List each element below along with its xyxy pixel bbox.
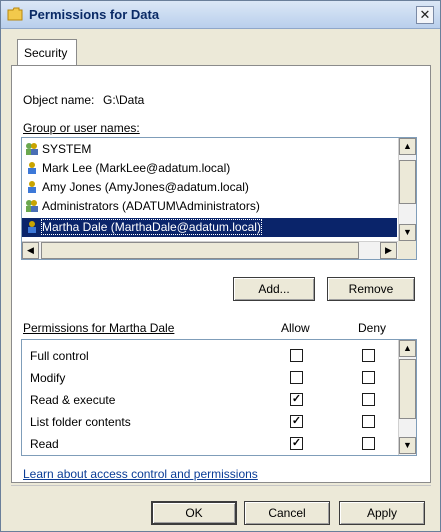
user-icon xyxy=(28,181,36,193)
arrow-up-icon: ▲ xyxy=(403,343,412,353)
group-user-list[interactable]: SYSTEM Mark Lee (MarkLee@adatum.local) A… xyxy=(21,137,417,260)
checkmark-icon: ✓ xyxy=(291,393,302,405)
footer-divider xyxy=(11,485,431,486)
window-title: Permissions for Data xyxy=(29,7,160,22)
tab-label: Security xyxy=(24,46,68,60)
scroll-right-button[interactable]: ▶ xyxy=(380,242,397,259)
scroll-thumb[interactable] xyxy=(399,160,416,204)
permissions-scrollbar[interactable]: ▲ ▼ xyxy=(398,340,416,455)
permission-row: List folder contents ✓ xyxy=(22,412,398,433)
permission-name: Full control xyxy=(30,349,89,363)
permissions-header-text: Permissions for Martha Dale xyxy=(23,321,175,335)
close-icon: ✕ xyxy=(419,7,431,22)
group-icon xyxy=(26,143,38,155)
group-list-label-text: Group or user names: xyxy=(23,121,140,135)
permissions-list[interactable]: Full control Modify Read & execute ✓ Lis… xyxy=(21,339,417,456)
close-button[interactable]: ✕ xyxy=(416,6,434,24)
cancel-button[interactable]: Cancel xyxy=(244,501,330,525)
allow-checkbox-checked[interactable]: ✓ xyxy=(290,393,303,406)
group-icon xyxy=(26,200,38,212)
scroll-thumb-horizontal[interactable] xyxy=(41,242,359,259)
scroll-down-button[interactable]: ▼ xyxy=(399,437,416,454)
permission-row: Full control xyxy=(22,346,398,367)
list-item-label: Amy Jones (AmyJones@adatum.local) xyxy=(42,180,249,194)
deny-checkbox[interactable] xyxy=(362,349,375,362)
scroll-down-button[interactable]: ▼ xyxy=(399,224,416,241)
allow-checkbox[interactable] xyxy=(290,371,303,384)
learn-more-link[interactable]: Learn about access control and permissio… xyxy=(23,467,258,481)
permission-row: Read ✓ xyxy=(22,434,398,455)
list-item-label: Mark Lee (MarkLee@adatum.local) xyxy=(42,161,231,175)
horizontal-scrollbar[interactable]: ◀ ▶ xyxy=(22,241,398,259)
permissions-dialog: Permissions for Data ✕ Security Object n… xyxy=(0,0,441,532)
list-item-selected[interactable]: Martha Dale (MarthaDale@adatum.local) xyxy=(22,218,397,237)
permission-name: Read xyxy=(30,437,59,451)
group-list-label: Group or user names: xyxy=(23,121,140,135)
arrow-down-icon: ▼ xyxy=(403,227,412,237)
scroll-up-button[interactable]: ▲ xyxy=(399,340,416,357)
list-item[interactable]: Mark Lee (MarkLee@adatum.local) xyxy=(22,159,397,178)
permission-name: Modify xyxy=(30,371,66,385)
arrow-up-icon: ▲ xyxy=(403,141,412,151)
allow-checkbox-checked[interactable]: ✓ xyxy=(290,437,303,450)
scroll-up-button[interactable]: ▲ xyxy=(399,138,416,155)
scroll-thumb[interactable] xyxy=(399,359,416,419)
deny-checkbox[interactable] xyxy=(362,437,375,450)
permission-row: Modify xyxy=(22,368,398,389)
object-name-value: G:\Data xyxy=(103,93,145,107)
apply-button[interactable]: Apply xyxy=(339,501,425,525)
title-bar[interactable]: Permissions for Data ✕ xyxy=(1,1,440,29)
scroll-left-button[interactable]: ◀ xyxy=(22,242,39,259)
user-icon xyxy=(28,221,36,233)
folder-icon xyxy=(7,7,23,21)
tab-security[interactable]: Security xyxy=(17,39,77,65)
arrow-left-icon: ◀ xyxy=(27,245,34,255)
deny-header: Deny xyxy=(358,321,387,335)
permission-row: Read & execute ✓ xyxy=(22,390,398,411)
deny-checkbox[interactable] xyxy=(362,371,375,384)
deny-checkbox[interactable] xyxy=(362,415,375,428)
permission-name: List folder contents xyxy=(30,415,131,429)
permission-name: Read & execute xyxy=(30,393,116,407)
list-item[interactable]: SYSTEM xyxy=(22,140,397,159)
list-item-label: SYSTEM xyxy=(42,142,92,156)
arrow-down-icon: ▼ xyxy=(403,440,412,450)
checkmark-icon: ✓ xyxy=(291,437,302,449)
remove-button[interactable]: Remove xyxy=(327,277,415,301)
checkmark-icon: ✓ xyxy=(291,415,302,427)
list-item[interactable]: Administrators (ADATUM\Administrators) xyxy=(22,197,397,216)
allow-checkbox-checked[interactable]: ✓ xyxy=(290,415,303,428)
list-item-label: Martha Dale (MarthaDale@adatum.local) xyxy=(41,219,262,235)
deny-checkbox[interactable] xyxy=(362,393,375,406)
arrow-right-icon: ▶ xyxy=(385,245,392,255)
vertical-scrollbar[interactable]: ▲ ▼ xyxy=(398,138,416,241)
allow-header: Allow xyxy=(281,321,310,335)
user-icon xyxy=(28,162,36,174)
list-item-label: Administrators (ADATUM\Administrators) xyxy=(42,199,260,213)
allow-checkbox[interactable] xyxy=(290,349,303,362)
list-item[interactable]: Amy Jones (AmyJones@adatum.local) xyxy=(22,178,397,197)
scroll-corner xyxy=(398,241,416,259)
permissions-header: Permissions for Martha Dale xyxy=(23,321,174,335)
ok-button[interactable]: OK xyxy=(151,501,237,525)
object-name-label: Object name: xyxy=(23,93,95,107)
add-button[interactable]: Add... xyxy=(233,277,315,301)
